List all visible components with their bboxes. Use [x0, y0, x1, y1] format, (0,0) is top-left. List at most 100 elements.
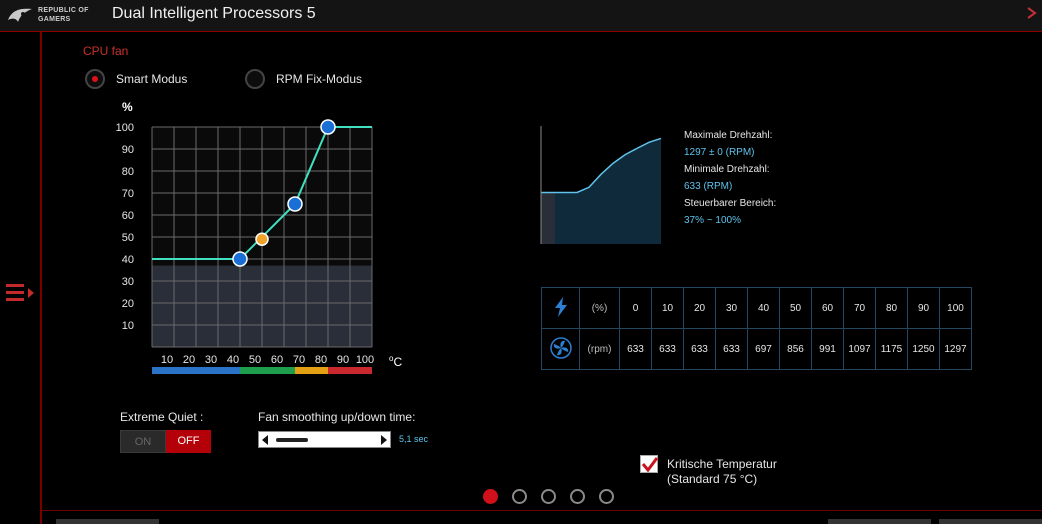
y-tick-label: 80 [122, 166, 134, 178]
slider-left-arrow-icon[interactable] [262, 435, 268, 445]
fan-smoothing-slider[interactable] [258, 431, 391, 448]
y-tick-label: 50 [122, 232, 134, 244]
page-dot-4[interactable] [570, 489, 585, 504]
bottom-tab-right-1[interactable] [828, 519, 931, 524]
y-tick-label: 10 [122, 320, 134, 332]
checkmark-icon [641, 457, 659, 473]
y-tick-label: 60 [122, 210, 134, 222]
fan-smoothing-label: Fan smoothing up/down time: [258, 410, 416, 424]
table-cell: 10 [651, 287, 684, 329]
table-cell: 30 [715, 287, 748, 329]
min-speed-value: 633 (RPM) [684, 181, 733, 192]
bottom-tab-left[interactable] [56, 519, 159, 524]
page-indicator [483, 489, 623, 505]
rog-logo: REPUBLIC OF GAMERS [6, 4, 104, 28]
page-dot-1[interactable] [483, 489, 498, 504]
table-cell: 1097 [843, 328, 876, 370]
app-title: Dual Intelligent Processors 5 [112, 5, 316, 22]
temperature-zone-bar [240, 367, 295, 374]
extreme-quiet-toggle[interactable]: ON OFF [120, 430, 211, 453]
y-tick-label: 30 [122, 276, 134, 288]
page-dot-2[interactable] [512, 489, 527, 504]
max-speed-label: Maximale Drehzahl: [684, 130, 773, 141]
curve-control-point[interactable] [287, 196, 303, 212]
extreme-quiet-off-button[interactable]: OFF [166, 430, 211, 453]
x-tick-label: 90 [337, 354, 349, 366]
fan-smoothing-value: 5,1 sec [399, 434, 429, 444]
table-cell: 70 [843, 287, 876, 329]
x-tick-label: 50 [249, 354, 261, 366]
rpm-unit-cell: (rpm) [579, 328, 620, 370]
table-cell: 50 [779, 287, 812, 329]
rpm-fix-mode-radio-button[interactable] [245, 69, 265, 89]
table-cell: 991 [811, 328, 844, 370]
smart-mode-radio-button[interactable] [85, 69, 105, 89]
table-cell: 20 [683, 287, 716, 329]
expand-arrow-icon [28, 288, 34, 298]
rpm-curve-area [541, 138, 661, 244]
table-cell: 633 [651, 328, 684, 370]
x-tick-label: 30 [205, 354, 217, 366]
table-cell: 1297 [939, 328, 972, 370]
range-value: 37% ~ 100% [684, 215, 741, 226]
power-icon-cell [541, 287, 580, 329]
y-tick-label: 40 [122, 254, 134, 266]
table-cell: 0 [619, 287, 652, 329]
celsius-unit: C [393, 355, 403, 369]
extreme-quiet-label: Extreme Quiet : [120, 410, 204, 424]
table-cell: 1250 [907, 328, 940, 370]
temperature-zone-bar [152, 367, 240, 374]
x-tick-label: 100 [356, 354, 374, 366]
close-icon[interactable] [1026, 4, 1040, 24]
x-axis-unit: oC [389, 354, 402, 369]
logo-line-2: GAMERS [38, 16, 71, 23]
fan-curve-chart[interactable]: 100 90 80 70 60 50 40 30 20 10 10 20 30 40 50 60 70 80 90 1… [100, 95, 420, 385]
range-label: Steuerbarer Bereich: [684, 198, 777, 209]
y-tick-label: 100 [116, 122, 134, 134]
temperature-zone-bar [295, 367, 328, 374]
extreme-quiet-on-button[interactable]: ON [120, 430, 166, 453]
table-row: (%) 0 10 20 30 40 50 60 70 80 90 100 [541, 287, 972, 329]
temperature-zone-bar [328, 367, 372, 374]
slider-thumb[interactable] [276, 438, 308, 442]
smart-mode-radio[interactable]: Smart Modus [85, 68, 187, 90]
x-tick-label: 20 [183, 354, 195, 366]
slider-right-arrow-icon[interactable] [381, 435, 387, 445]
table-cell: 633 [715, 328, 748, 370]
menu-icon-bar [6, 298, 24, 301]
menu-icon-bar [6, 284, 24, 287]
rpm-fix-mode-radio[interactable]: RPM Fix-Modus [245, 68, 362, 90]
sidebar-divider [40, 32, 42, 524]
x-tick-label: 40 [227, 354, 239, 366]
menu-icon-bar [6, 291, 24, 294]
lightning-icon [554, 296, 567, 317]
page-dot-3[interactable] [541, 489, 556, 504]
table-cell: 697 [747, 328, 780, 370]
table-cell: 633 [619, 328, 652, 370]
critical-temp-default: (Standard 75 °C) [667, 472, 758, 486]
y-tick-label: 90 [122, 144, 134, 156]
table-cell: 1175 [875, 328, 908, 370]
fan-speed-table: (%) 0 10 20 30 40 50 60 70 80 90 100 (rp… [541, 287, 972, 370]
x-tick-label: 10 [161, 354, 173, 366]
critical-temp-checkbox[interactable] [640, 455, 659, 473]
section-label: CPU fan [83, 44, 129, 58]
table-cell: 80 [875, 287, 908, 329]
curve-control-point[interactable] [320, 119, 336, 135]
bottom-tab-right-2[interactable] [939, 519, 1042, 524]
page-dot-5[interactable] [599, 489, 614, 504]
menu-toggle-button[interactable] [4, 282, 38, 304]
fan-icon [549, 336, 572, 359]
curve-control-point[interactable] [232, 251, 248, 267]
x-tick-label: 80 [315, 354, 327, 366]
x-tick-label: 70 [293, 354, 305, 366]
rpm-min-region [541, 192, 555, 244]
table-row: (rpm) 633 633 633 633 697 856 991 1097 1… [541, 328, 972, 370]
table-cell: 60 [811, 287, 844, 329]
y-tick-label: 20 [122, 298, 134, 310]
x-tick-label: 60 [271, 354, 283, 366]
curve-midpoint-handle[interactable] [255, 232, 269, 246]
critical-temp-label: Kritische Temperatur [667, 457, 777, 471]
y-tick-label: 70 [122, 188, 134, 200]
max-speed-value: 1297 ± 0 (RPM) [684, 147, 755, 158]
